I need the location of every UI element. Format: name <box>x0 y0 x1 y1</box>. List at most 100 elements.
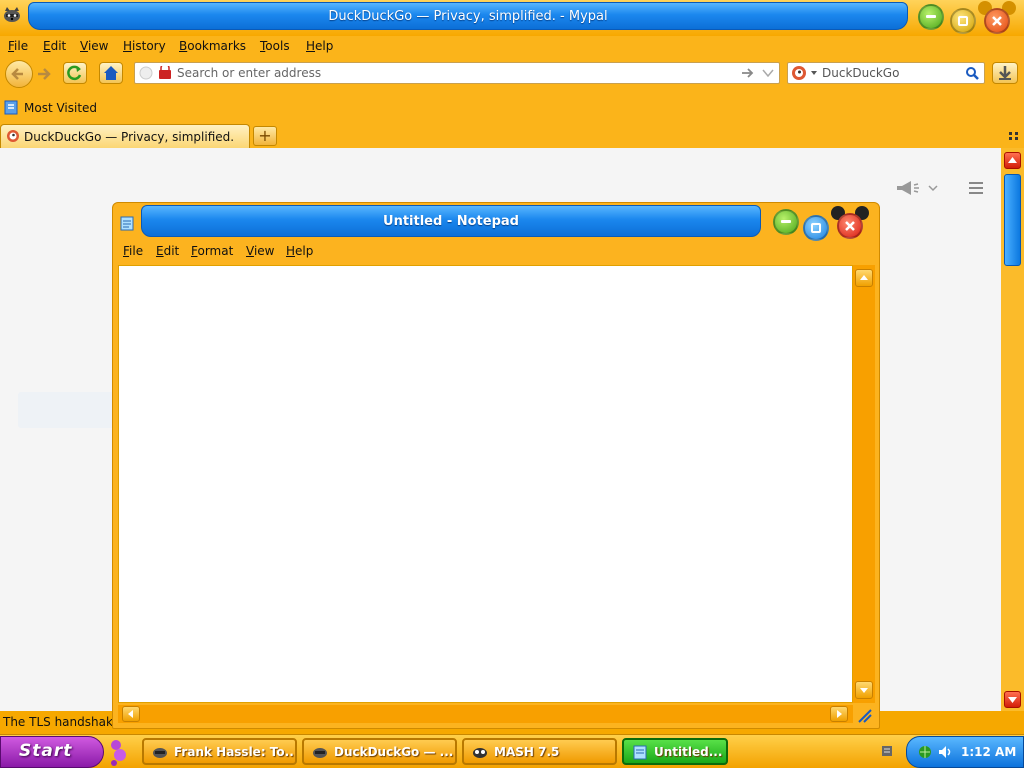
browser-menubar: File Edit View History Bookmarks Tools H… <box>0 36 1024 56</box>
search-bar[interactable] <box>787 62 985 84</box>
menu-file[interactable]: File <box>8 39 28 53</box>
notepad-close-button[interactable] <box>837 213 863 239</box>
taskbar-item-duckduckgo[interactable]: DuckDuckGo — ... <box>302 738 457 765</box>
duckduckgo-icon <box>7 130 19 142</box>
notepad-menubar: File Edit Format View Help <box>113 241 879 263</box>
maximize-icon <box>958 16 968 26</box>
navigation-toolbar <box>0 58 1024 90</box>
np-scroll-down-button[interactable] <box>855 681 873 699</box>
announcement-icon[interactable] <box>895 180 939 196</box>
browser-title-pill: DuckDuckGo — Privacy, simplified. - Mypa… <box>28 2 908 30</box>
mypal-raccoon-icon <box>153 748 167 758</box>
np-menu-view[interactable]: View <box>246 244 274 258</box>
scroll-thumb[interactable] <box>1004 174 1021 266</box>
taskbar-item-label: Frank Hassle: To... <box>174 745 297 759</box>
minimize-button[interactable] <box>918 4 944 30</box>
scroll-up-button[interactable] <box>1004 152 1021 169</box>
notepad-horizontal-scrollbar[interactable] <box>118 705 853 723</box>
forward-button[interactable] <box>34 64 54 84</box>
page-scrollbar[interactable] <box>1001 148 1024 711</box>
search-icon[interactable] <box>965 66 979 80</box>
maximize-button[interactable] <box>950 8 976 34</box>
home-icon <box>104 66 118 80</box>
volume-icon[interactable] <box>937 744 953 760</box>
taskbar-item-notepad[interactable]: Untitled... <box>622 738 728 765</box>
np-menu-edit[interactable]: Edit <box>156 244 179 258</box>
mash-icon <box>473 748 487 758</box>
np-scroll-left-button[interactable] <box>122 706 140 722</box>
menu-bookmarks[interactable]: Bookmarks <box>179 39 246 53</box>
menu-help[interactable]: Help <box>306 39 333 53</box>
notepad-icon <box>633 745 647 760</box>
close-icon <box>992 16 1002 26</box>
start-button[interactable]: Start <box>0 736 104 768</box>
home-button[interactable] <box>99 62 123 84</box>
hamburger-menu-icon[interactable] <box>968 181 984 195</box>
taskbar-item-label: DuckDuckGo — ... <box>334 745 454 759</box>
notepad-window: Untitled - Notepad File Edit Format View… <box>112 202 880 729</box>
system-tray: 1:12 AM <box>906 736 1024 768</box>
np-menu-file[interactable]: File <box>123 244 143 258</box>
tab-label: DuckDuckGo — Privacy, simplified. <box>24 130 235 144</box>
notepad-vertical-scrollbar[interactable] <box>853 265 875 703</box>
down-arrow-icon <box>1008 697 1017 703</box>
bookmark-folder-icon <box>4 100 18 115</box>
scroll-down-button[interactable] <box>1004 691 1021 708</box>
notepad-icon <box>120 216 134 231</box>
close-button[interactable] <box>984 8 1010 34</box>
taskbar-item-frank-hassle[interactable]: Frank Hassle: To... <box>142 738 297 765</box>
mypal-raccoon-icon <box>4 7 20 22</box>
notepad-edit-area <box>118 265 853 703</box>
np-menu-format[interactable]: Format <box>191 244 233 258</box>
notepad-title-pill: Untitled - Notepad <box>141 205 761 237</box>
dropdown-icon[interactable] <box>762 69 774 77</box>
resize-grip-icon[interactable] <box>855 707 873 723</box>
go-arrow-icon[interactable] <box>741 67 755 79</box>
bookmark-most-visited[interactable]: Most Visited <box>24 101 97 115</box>
forward-arrow-icon <box>38 68 51 80</box>
notepad-minimize-button[interactable] <box>773 209 799 235</box>
right-arrow-icon <box>837 710 842 718</box>
download-button[interactable] <box>992 62 1018 84</box>
reload-icon <box>67 65 82 81</box>
maximize-icon <box>811 223 821 233</box>
network-icon[interactable] <box>917 744 933 760</box>
tabs-list-icon[interactable] <box>1008 130 1020 142</box>
browser-titlebar[interactable]: DuckDuckGo — Privacy, simplified. - Mypa… <box>0 0 1024 36</box>
back-button[interactable] <box>5 60 33 88</box>
tabs-bar: DuckDuckGo — Privacy, simplified. + <box>0 124 1024 148</box>
start-label: Start <box>19 741 73 761</box>
menu-history[interactable]: History <box>123 39 166 53</box>
notepad-text-input[interactable] <box>119 266 852 702</box>
taskbar: Start Frank Hassle: To... DuckDuckGo — .… <box>0 734 1024 768</box>
menu-view[interactable]: View <box>80 39 108 53</box>
mypal-raccoon-icon <box>313 748 327 758</box>
notepad-title: Untitled - Notepad <box>383 214 519 229</box>
clock[interactable]: 1:12 AM <box>961 745 1016 759</box>
np-menu-help[interactable]: Help <box>286 244 313 258</box>
browser-title: DuckDuckGo — Privacy, simplified. - Mypa… <box>328 9 608 24</box>
minimize-icon <box>926 15 936 18</box>
menu-edit[interactable]: Edit <box>43 39 66 53</box>
notepad-maximize-button[interactable] <box>803 215 829 241</box>
reload-button[interactable] <box>63 62 87 84</box>
up-arrow-icon <box>1008 157 1017 163</box>
left-arrow-icon <box>128 710 133 718</box>
menu-tools[interactable]: Tools <box>260 39 290 53</box>
new-tab-button[interactable]: + <box>253 126 277 146</box>
search-input[interactable] <box>822 63 962 83</box>
duckduckgo-icon[interactable] <box>791 65 819 81</box>
np-scroll-up-button[interactable] <box>855 269 873 287</box>
url-bar[interactable] <box>134 62 780 84</box>
tab-duckduckgo[interactable]: DuckDuckGo — Privacy, simplified. <box>0 124 250 148</box>
up-arrow-icon <box>860 275 868 280</box>
close-icon <box>845 221 855 231</box>
notepad-titlebar[interactable]: Untitled - Notepad <box>113 203 879 241</box>
status-text: The TLS handshake <box>3 715 120 729</box>
bookmarks-toolbar: Most Visited <box>0 98 1024 118</box>
np-scroll-right-button[interactable] <box>830 706 848 722</box>
taskbar-item-mash[interactable]: MASH 7.5 <box>462 738 617 765</box>
tray-device-icon[interactable] <box>880 743 894 759</box>
url-input[interactable] <box>177 63 737 83</box>
down-arrow-icon <box>860 688 868 693</box>
